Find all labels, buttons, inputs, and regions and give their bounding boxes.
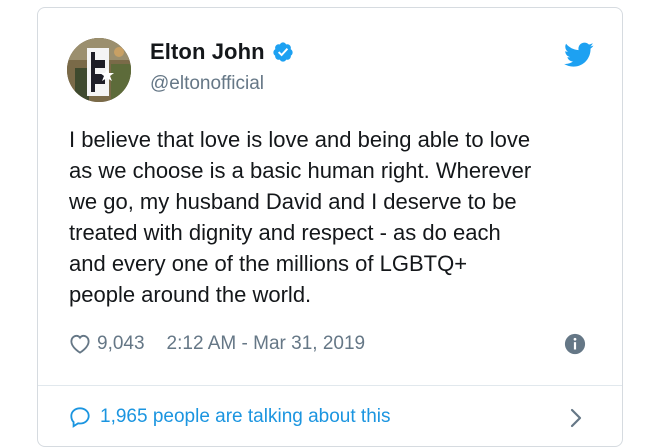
author-name-row[interactable]: Elton John (150, 39, 294, 65)
heart-icon[interactable] (69, 334, 91, 354)
tweet-card[interactable]: Elton John @eltonofficial I believe that… (37, 7, 623, 447)
twitter-bird-icon[interactable] (564, 42, 594, 68)
likes-count[interactable]: 9,043 (97, 333, 145, 355)
conversation-link[interactable]: 1,965 people are talking about this (69, 406, 391, 428)
avatar-image (67, 38, 131, 102)
comment-icon (70, 407, 90, 428)
author-display-name[interactable]: Elton John (150, 39, 265, 65)
tweet-timestamp[interactable]: 2:12 AM - Mar 31, 2019 (167, 333, 366, 355)
tweet-meta-row: 9,043 2:12 AM - Mar 31, 2019 (69, 333, 365, 355)
talking-about-text[interactable]: 1,965 people are talking about this (100, 406, 391, 428)
tweet-text: I believe that love is love and being ab… (69, 127, 532, 307)
avatar[interactable] (67, 38, 131, 102)
chevron-right-icon[interactable] (570, 408, 582, 428)
author-handle[interactable]: @eltonofficial (150, 73, 264, 95)
info-icon[interactable] (564, 333, 586, 355)
card-divider (38, 385, 622, 386)
verified-badge-icon (273, 42, 293, 62)
